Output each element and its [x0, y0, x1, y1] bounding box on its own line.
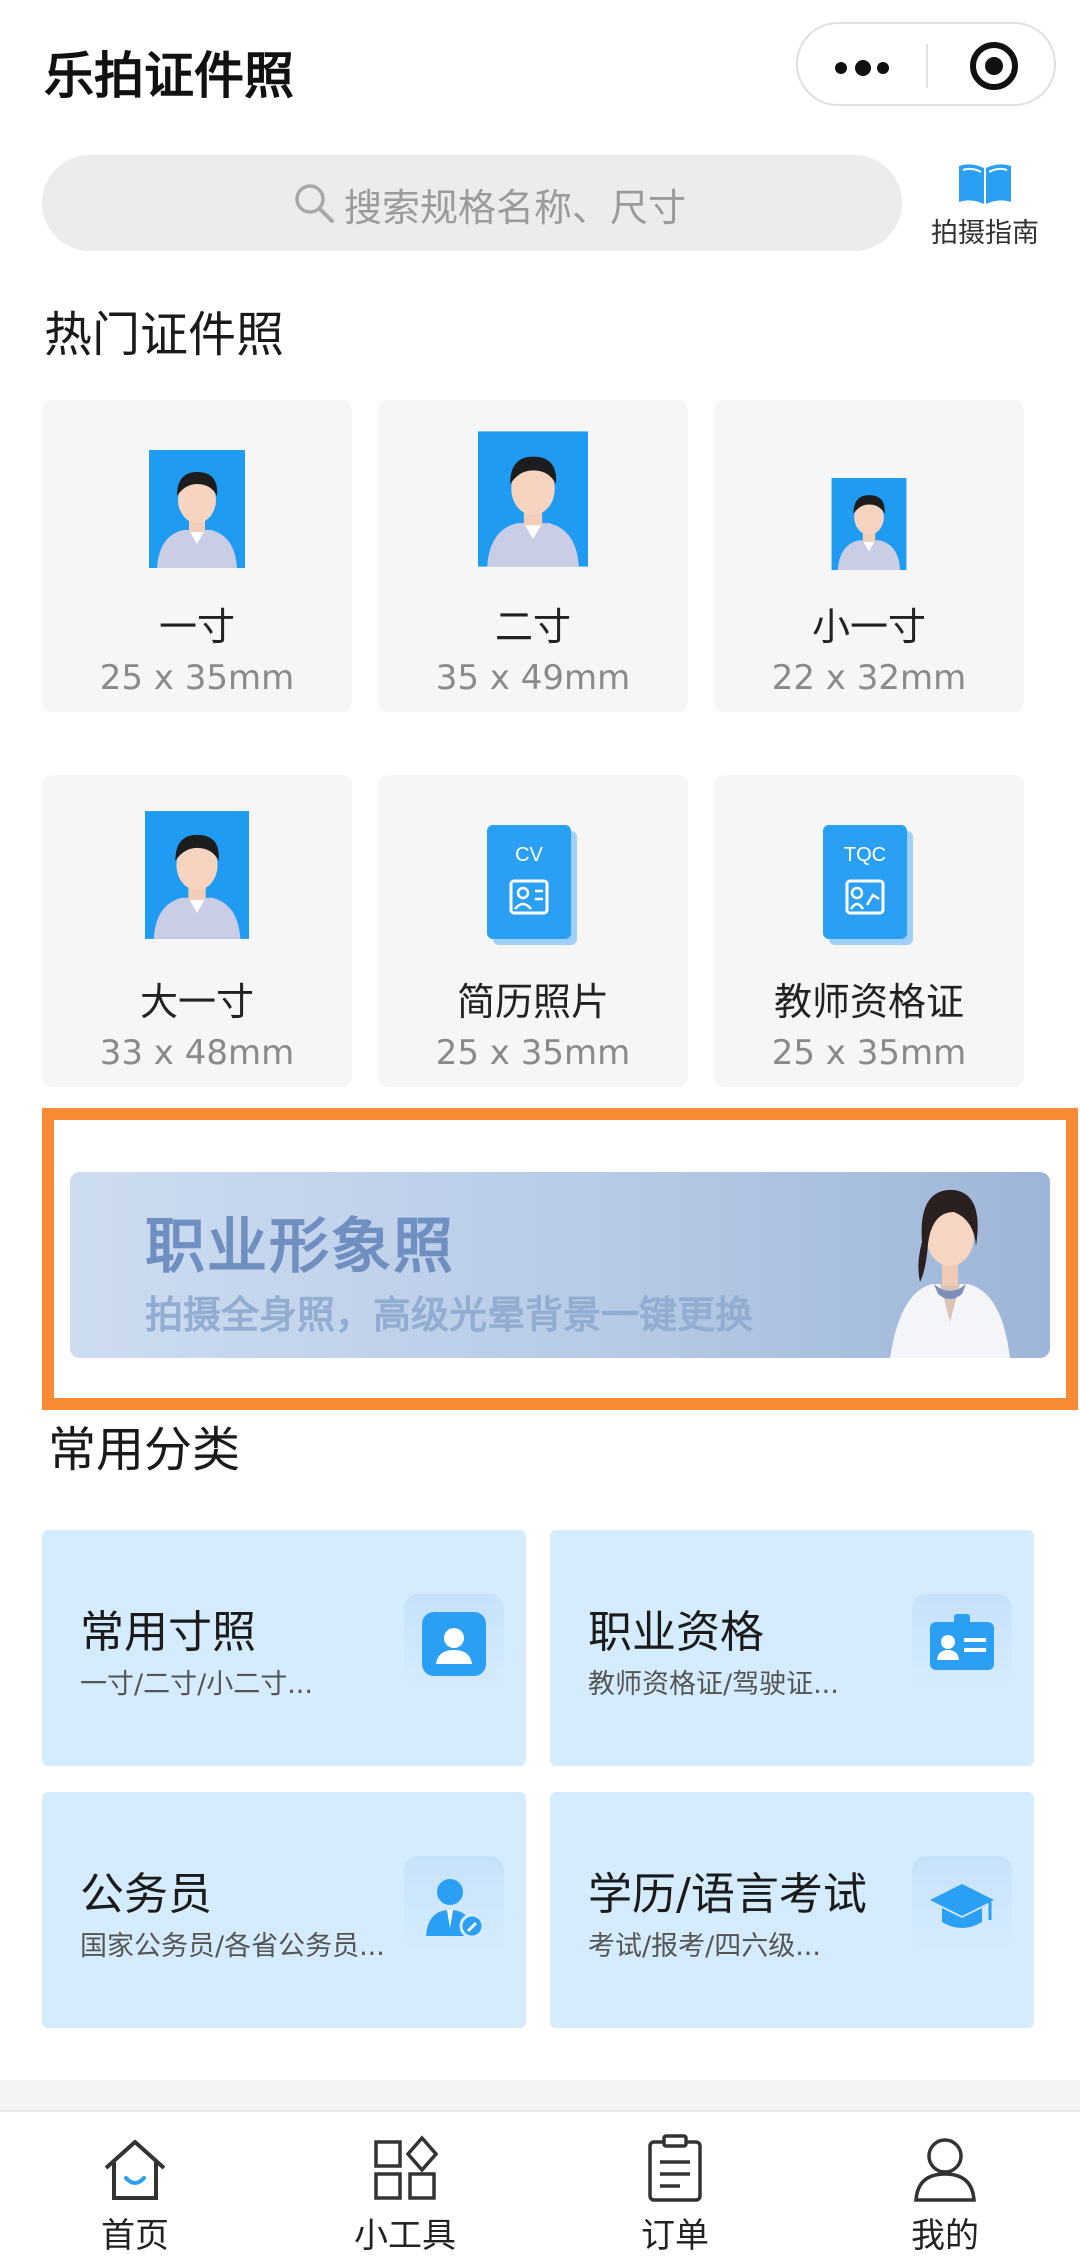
- guide-button[interactable]: 拍摄指南: [925, 155, 1045, 255]
- guide-label: 拍摄指南: [931, 218, 1039, 249]
- book-icon: [959, 164, 1011, 204]
- search-input[interactable]: 搜索规格名称、尺寸: [42, 155, 902, 251]
- woman-figure-illustration: [890, 1189, 1010, 1358]
- tqc-badge-text: TQC: [844, 844, 886, 866]
- portrait-photo-icon: [149, 450, 245, 568]
- category-title: 学历/语言考试: [588, 1869, 867, 1920]
- app-title: 乐拍证件照: [44, 47, 294, 105]
- tab-label: 订单: [641, 2216, 709, 2256]
- hot-item-name: 大一寸: [139, 980, 254, 1024]
- category-subtitle: 国家公务员/各省公务员...: [80, 1931, 385, 1962]
- tab-orders[interactable]: 订单: [540, 2112, 810, 2258]
- category-title: 职业资格: [588, 1607, 764, 1658]
- professional-photo-banner[interactable]: 职业形象照 拍摄全身照，高级光晕背景一键更换: [70, 1172, 1050, 1358]
- category-section-title: 常用分类: [48, 1422, 241, 1478]
- banner-highlight-frame: 职业形象照 拍摄全身照，高级光晕背景一键更换: [42, 1108, 1078, 1410]
- mini-program-capsule: [796, 22, 1056, 106]
- category-civil-servant[interactable]: 公务员 国家公务员/各省公务员...: [42, 1792, 526, 2028]
- tab-tools[interactable]: 小工具: [270, 2112, 540, 2258]
- tabbar-separator: [0, 2080, 1080, 2110]
- category-subtitle: 教师资格证/驾驶证...: [588, 1669, 839, 1700]
- hot-item-name: 一寸: [158, 605, 235, 649]
- category-education-exam[interactable]: 学历/语言考试 考试/报考/四六级...: [550, 1792, 1034, 2028]
- hot-item-resume[interactable]: CV 简历照片 25 x 35mm: [378, 775, 688, 1087]
- banner-title: 职业形象照: [145, 1212, 455, 1282]
- hot-item-size: 25 x 35mm: [771, 1033, 967, 1073]
- user-icon: [422, 1612, 486, 1676]
- category-icon-box: [912, 1856, 1012, 1956]
- portrait-photo-icon: [478, 431, 588, 567]
- hot-item-2-inch[interactable]: 二寸 35 x 49mm: [378, 400, 688, 712]
- hot-item-1-inch[interactable]: 一寸 25 x 35mm: [42, 400, 352, 712]
- cv-badge-text: CV: [515, 844, 543, 866]
- graduation-cap-icon: [930, 1884, 994, 1928]
- search-placeholder: 搜索规格名称、尺寸: [344, 186, 687, 230]
- home-icon: [104, 2140, 166, 2200]
- portrait-photo-icon: [831, 478, 907, 570]
- tab-profile[interactable]: 我的: [810, 2112, 1080, 2258]
- cv-card-icon: CV: [487, 825, 577, 945]
- officer-icon: [426, 1879, 485, 1939]
- hot-item-size: 22 x 32mm: [771, 658, 967, 698]
- header: 乐拍证件照: [0, 0, 1080, 135]
- category-title: 公务员: [80, 1869, 212, 1920]
- category-professional-cert[interactable]: 职业资格 教师资格证/驾驶证...: [550, 1530, 1034, 1766]
- order-icon: [648, 2134, 702, 2202]
- tools-icon: [374, 2135, 439, 2200]
- hot-item-large-1-inch[interactable]: 大一寸 33 x 48mm: [42, 775, 352, 1087]
- hot-item-name: 教师资格证: [773, 980, 964, 1024]
- category-icon-box: [404, 1594, 504, 1694]
- category-title: 常用寸照: [80, 1607, 256, 1658]
- tab-label: 小工具: [354, 2216, 456, 2256]
- hot-item-name: 二寸: [494, 605, 571, 649]
- tab-home[interactable]: 首页: [0, 2112, 270, 2258]
- tab-label: 我的: [911, 2216, 979, 2256]
- hot-item-size: 33 x 48mm: [99, 1033, 295, 1073]
- hot-item-size: 25 x 35mm: [435, 1033, 631, 1073]
- tab-label: 首页: [101, 2216, 169, 2256]
- category-subtitle: 一寸/二寸/小二寸...: [80, 1669, 313, 1700]
- id-card-icon: [930, 1614, 994, 1670]
- category-subtitle: 考试/报考/四六级...: [588, 1931, 821, 1962]
- category-common-sizes[interactable]: 常用寸照 一寸/二寸/小二寸...: [42, 1530, 526, 1766]
- hot-section-title: 热门证件照: [44, 307, 285, 363]
- hot-item-teacher-cert[interactable]: TQC 教师资格证 25 x 35mm: [714, 775, 1024, 1087]
- category-icon-box: [912, 1594, 1012, 1694]
- search-icon: [295, 184, 334, 223]
- profile-icon: [914, 2138, 976, 2202]
- hot-item-name: 简历照片: [456, 980, 609, 1024]
- hot-item-small-1-inch[interactable]: 小一寸 22 x 32mm: [714, 400, 1024, 712]
- hot-item-name: 小一寸: [811, 605, 926, 649]
- close-icon[interactable]: [970, 42, 1018, 90]
- more-icon[interactable]: [833, 60, 893, 76]
- banner-subtitle: 拍摄全身照，高级光晕背景一键更换: [145, 1293, 754, 1337]
- portrait-photo-icon: [145, 811, 249, 939]
- hot-item-size: 35 x 49mm: [435, 658, 631, 698]
- category-icon-box: [404, 1856, 504, 1956]
- hot-item-size: 25 x 35mm: [99, 658, 295, 698]
- tqc-card-icon: TQC: [823, 825, 913, 945]
- capsule-divider: [926, 44, 928, 88]
- bottom-tab-bar: 首页 小工具 订单 我的: [0, 2110, 1080, 2258]
